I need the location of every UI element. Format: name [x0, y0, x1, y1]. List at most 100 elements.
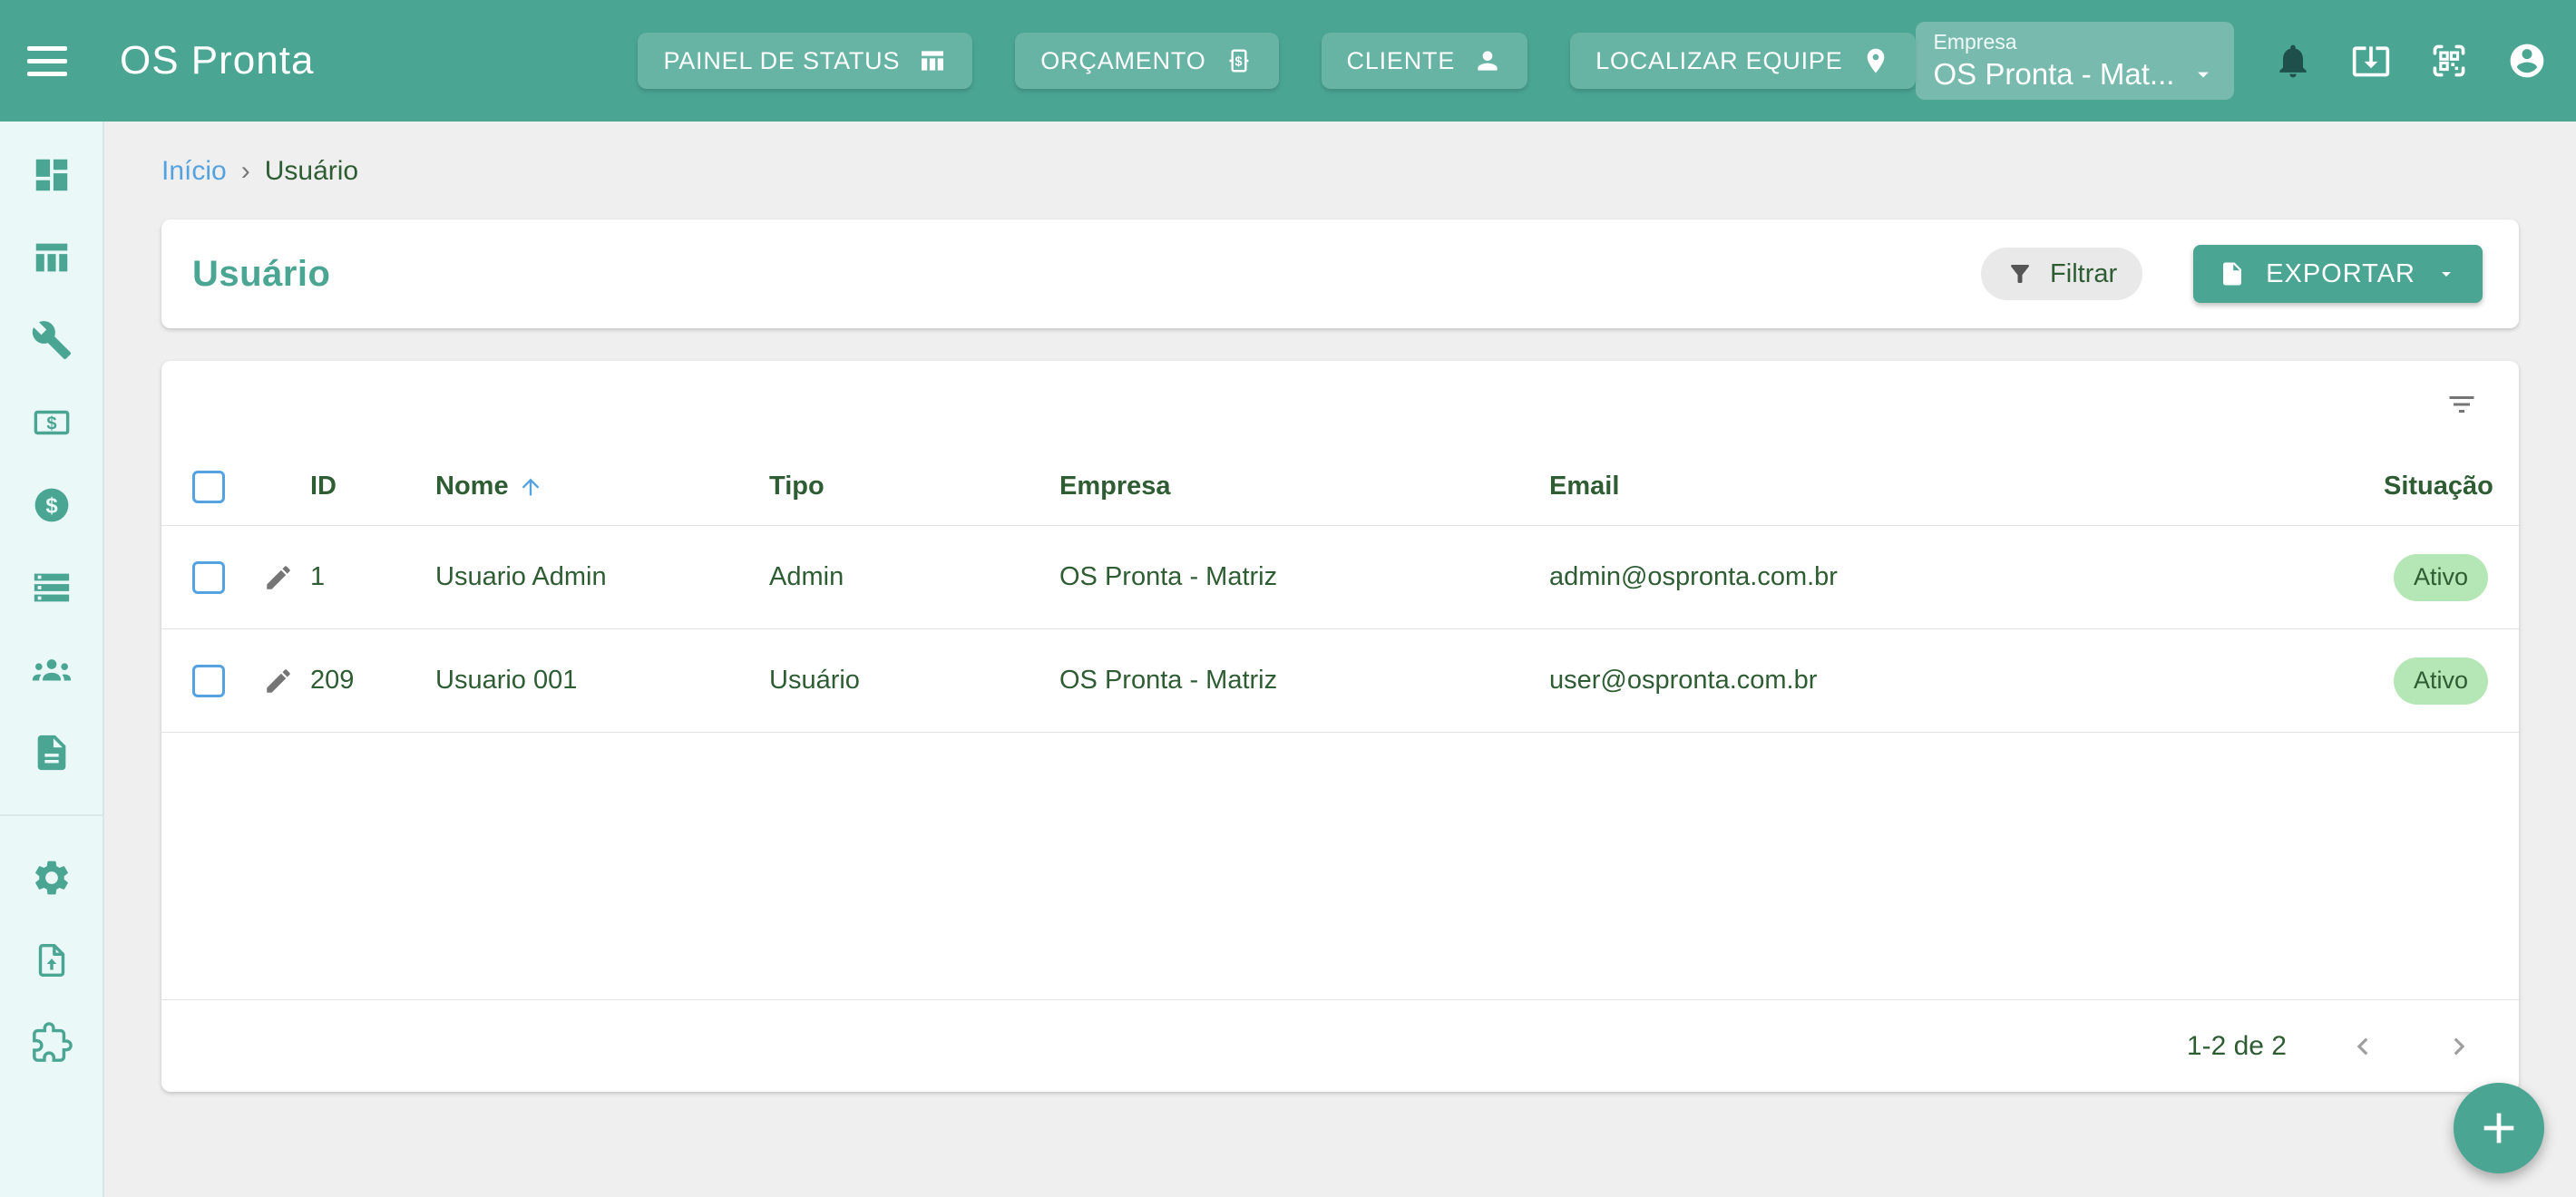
- nav-label: ORÇAMENTO: [1040, 47, 1205, 75]
- select-all-checkbox[interactable]: [192, 471, 225, 503]
- cell-id: 1: [310, 562, 435, 592]
- filter-list-icon: [2445, 388, 2478, 421]
- sidebar-item-dashboard[interactable]: [31, 154, 73, 196]
- cell-email: admin@ospronta.com.br: [1549, 562, 2384, 592]
- nav-orcamento[interactable]: ORÇAMENTO $: [1015, 33, 1278, 89]
- users-table-card: ID Nome Tipo Empresa Email Situação: [161, 361, 2519, 1092]
- col-header-email[interactable]: Email: [1549, 472, 2384, 501]
- sidebar: $ $: [0, 122, 104, 1197]
- status-badge: Ativo: [2394, 554, 2488, 601]
- nav-label: LOCALIZAR EQUIPE: [1595, 47, 1842, 75]
- title-card: Usuário Filtrar EXPORTAR: [161, 219, 2519, 328]
- nav-localizar-equipe[interactable]: LOCALIZAR EQUIPE: [1570, 33, 1915, 89]
- account-button[interactable]: [2506, 40, 2548, 82]
- sidebar-item-status-board[interactable]: [31, 237, 73, 278]
- dollar-circle-icon: $: [31, 484, 73, 526]
- chevron-left-icon: [2346, 1029, 2380, 1064]
- export-label: EXPORTAR: [2266, 259, 2415, 289]
- col-header-id[interactable]: ID: [310, 472, 435, 501]
- account-icon: [2507, 41, 2547, 81]
- cell-email: user@ospronta.com.br: [1549, 666, 2384, 696]
- filter-label: Filtrar: [2050, 259, 2117, 289]
- svg-text:$: $: [45, 493, 57, 518]
- notifications-icon: [2273, 41, 2313, 81]
- table-empty-space: [161, 733, 2519, 999]
- qr-scanner-button[interactable]: [2428, 40, 2470, 82]
- menu-button[interactable]: [27, 35, 67, 86]
- money-receipt-icon: $: [1225, 46, 1254, 75]
- sidebar-item-services[interactable]: [31, 319, 73, 361]
- sidebar-item-lists[interactable]: [31, 567, 73, 608]
- svg-text:$: $: [1234, 54, 1243, 69]
- export-button[interactable]: EXPORTAR: [2193, 245, 2483, 303]
- breadcrumb-current: Usuário: [265, 156, 358, 187]
- sidebar-item-settings[interactable]: [31, 857, 73, 899]
- breadcrumb-home-link[interactable]: Início: [161, 156, 227, 187]
- sort-arrow-up-icon: [518, 474, 543, 500]
- sidebar-item-reports[interactable]: [31, 732, 73, 774]
- add-user-fab[interactable]: [2454, 1083, 2544, 1173]
- svg-text:$: $: [46, 414, 56, 433]
- title-actions: Filtrar EXPORTAR: [1981, 245, 2483, 303]
- pagination-next-button[interactable]: [2439, 1027, 2479, 1066]
- app-bar: OS Pronta PAINEL DE STATUS ORÇAMENTO $ C…: [0, 0, 2576, 122]
- person-icon: [1473, 46, 1502, 75]
- notifications-button[interactable]: [2272, 40, 2314, 82]
- app-title: OS Pronta: [120, 38, 314, 83]
- company-label: Empresa: [1934, 30, 2217, 54]
- company-selector[interactable]: Empresa OS Pronta - Mat...: [1916, 22, 2235, 100]
- app-root: OS Pronta PAINEL DE STATUS ORÇAMENTO $ C…: [0, 0, 2576, 1197]
- nav-label: CLIENTE: [1347, 47, 1456, 75]
- cell-tipo: Usuário: [769, 666, 1059, 696]
- nav-painel-de-status[interactable]: PAINEL DE STATUS: [638, 33, 972, 89]
- body: $ $: [0, 122, 2576, 1197]
- col-header-situacao[interactable]: Situação: [2384, 472, 2493, 501]
- sidebar-item-import[interactable]: [31, 939, 73, 981]
- main-nav: PAINEL DE STATUS ORÇAMENTO $ CLIENTE LOC…: [638, 33, 1915, 89]
- sidebar-item-billing[interactable]: $: [31, 402, 73, 443]
- sidebar-item-extensions[interactable]: [31, 1022, 73, 1064]
- location-pin-icon: [1861, 46, 1890, 75]
- cell-tipo: Admin: [769, 562, 1059, 592]
- dashboard-icon: [31, 154, 73, 196]
- install-app-button[interactable]: [2350, 40, 2392, 82]
- sidebar-divider: [0, 814, 102, 816]
- cell-id: 209: [310, 666, 435, 696]
- table-row: 1 Usuario Admin Admin OS Pronta - Matriz…: [161, 526, 2519, 629]
- col-header-tipo[interactable]: Tipo: [769, 472, 1059, 501]
- table-chart-icon: [918, 46, 947, 75]
- settings-icon: [31, 857, 73, 899]
- edit-row-button[interactable]: [263, 665, 296, 697]
- cell-empresa: OS Pronta - Matriz: [1059, 562, 1549, 592]
- main-content: Início › Usuário Usuário Filtrar EXPORT: [104, 122, 2576, 1197]
- extensions-icon: [31, 1022, 73, 1064]
- nav-label: PAINEL DE STATUS: [663, 47, 900, 75]
- col-header-empresa[interactable]: Empresa: [1059, 472, 1549, 501]
- filter-funnel-icon: [2006, 260, 2034, 287]
- breadcrumb: Início › Usuário: [161, 156, 2519, 187]
- file-icon: [2219, 260, 2246, 287]
- sidebar-item-teams[interactable]: [31, 649, 73, 691]
- edit-pencil-icon: [263, 562, 294, 593]
- table-row: 209 Usuario 001 Usuário OS Pronta - Matr…: [161, 629, 2519, 733]
- breadcrumb-separator: ›: [241, 156, 250, 187]
- table-pagination: 1-2 de 2: [161, 999, 2519, 1092]
- filter-button[interactable]: Filtrar: [1981, 248, 2142, 300]
- company-value: OS Pronta - Mat...: [1934, 57, 2175, 92]
- row-checkbox[interactable]: [192, 665, 225, 697]
- row-checkbox[interactable]: [192, 561, 225, 594]
- file-upload-icon: [31, 939, 73, 981]
- column-filter-button[interactable]: [2441, 384, 2483, 425]
- chevron-down-icon: [2435, 263, 2457, 285]
- cell-nome: Usuario 001: [435, 666, 769, 696]
- nav-cliente[interactable]: CLIENTE: [1322, 33, 1528, 89]
- table-chart-icon: [31, 237, 73, 278]
- sidebar-item-finance[interactable]: $: [31, 484, 73, 526]
- people-group-icon: [31, 649, 73, 691]
- pagination-prev-button[interactable]: [2343, 1027, 2383, 1066]
- document-icon: [31, 732, 73, 774]
- cell-empresa: OS Pronta - Matriz: [1059, 666, 1549, 696]
- edit-row-button[interactable]: [263, 561, 296, 594]
- col-header-nome[interactable]: Nome: [435, 472, 769, 501]
- cell-nome: Usuario Admin: [435, 562, 769, 592]
